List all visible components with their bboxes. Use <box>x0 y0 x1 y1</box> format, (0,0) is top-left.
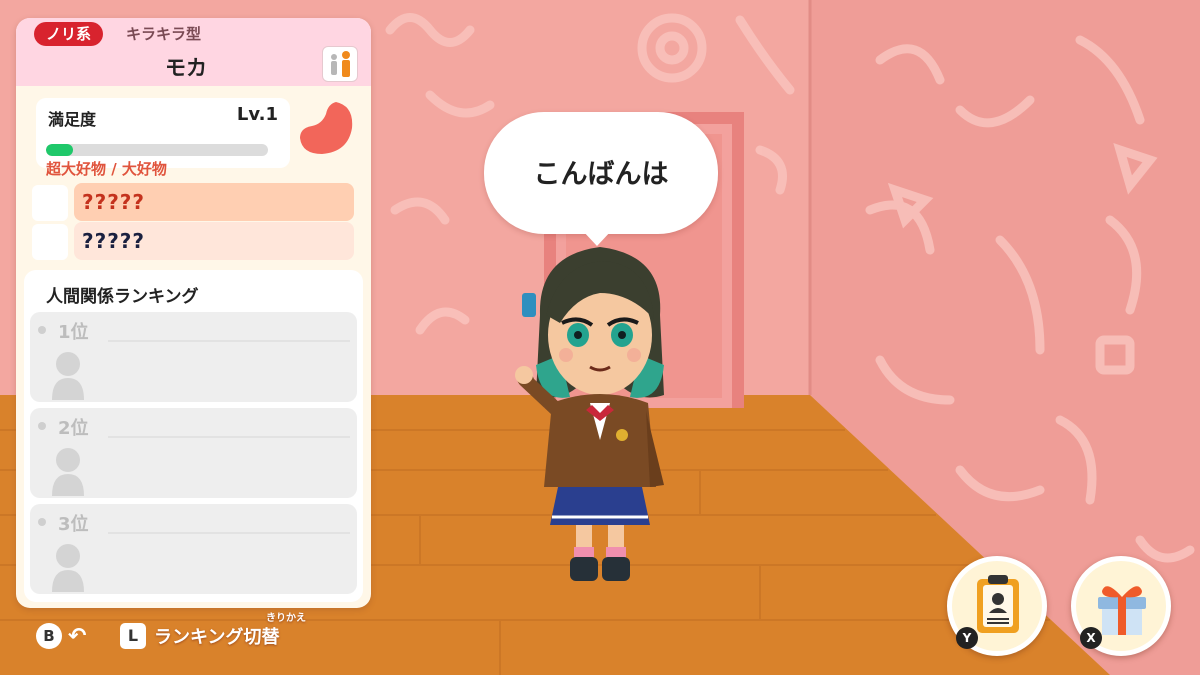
b-button-glyph: B <box>36 623 62 649</box>
ranking-slot[interactable]: 1位 <box>30 312 357 402</box>
stomach-icon <box>300 102 353 154</box>
ranking-slot[interactable]: 3位 <box>30 504 357 594</box>
ranking-dot <box>38 422 46 430</box>
character-avatar[interactable] <box>500 235 700 595</box>
favorite-item: ????? <box>32 183 354 221</box>
ranking-divider <box>108 532 350 534</box>
satisfaction-bar-fill <box>46 144 73 156</box>
gender-icon <box>331 51 350 77</box>
ranking-switch-hint[interactable]: L ランキング切替 きりかえ <box>120 613 306 650</box>
personality-subtype-label: キラキラ型 <box>126 25 202 43</box>
resident-status-panel: ノリ系 キラキラ型 モカ 満足度 Lv.1 超大好物 / 大好物 ????? ?… <box>16 18 371 608</box>
speech-bubble: こんばんは <box>484 112 718 234</box>
satisfaction-level: Lv.1 <box>236 104 278 125</box>
favorite-item-label: ????? <box>74 183 354 221</box>
ranking-slot[interactable]: 2位 <box>30 408 357 498</box>
ranking-dot <box>38 518 46 526</box>
speech-bubble-tail <box>582 230 612 246</box>
relationship-ranking: 人間関係ランキング 1位 2位 3位 <box>24 270 363 602</box>
empty-person-icon <box>52 448 84 496</box>
panel-header: ノリ系 キラキラ型 モカ <box>16 18 371 86</box>
gender-toggle[interactable] <box>322 46 358 82</box>
ranking-position: 2位 <box>58 418 89 439</box>
satisfaction-bar <box>46 144 268 156</box>
favorites-heading: 超大好物 / 大好物 <box>46 160 167 178</box>
ranking-title: 人間関係ランキング <box>46 287 199 307</box>
personality-type-badge: ノリ系 <box>34 22 104 46</box>
ranking-divider <box>108 340 350 342</box>
back-hint[interactable]: B ↶ <box>36 622 86 650</box>
l-button-glyph: L <box>120 623 146 649</box>
back-arrow-icon: ↶ <box>68 623 87 649</box>
ranking-switch-ruby: きりかえ <box>266 613 306 624</box>
favorite-item: ????? <box>32 222 354 260</box>
ranking-position: 3位 <box>58 514 89 535</box>
y-button-glyph: Y <box>956 627 978 649</box>
favorite-item-icon-slot <box>32 224 68 260</box>
ranking-dot <box>38 326 46 334</box>
profile-button[interactable]: Y <box>947 556 1047 656</box>
empty-person-icon <box>52 544 84 592</box>
favorite-item-label: ????? <box>74 222 354 260</box>
ranking-divider <box>108 436 350 438</box>
ranking-position: 1位 <box>58 322 89 343</box>
satisfaction-label: 満足度 <box>48 110 97 129</box>
ranking-switch-text: ランキング切替 <box>154 627 280 648</box>
speech-text: こんばんは <box>533 159 669 190</box>
x-button-glyph: X <box>1080 627 1102 649</box>
gift-button[interactable]: X <box>1071 556 1171 656</box>
favorite-item-icon-slot <box>32 185 68 221</box>
character-name: モカ <box>165 56 207 80</box>
empty-person-icon <box>52 352 84 400</box>
ranking-switch-label: ランキング切替 きりかえ <box>154 613 306 649</box>
